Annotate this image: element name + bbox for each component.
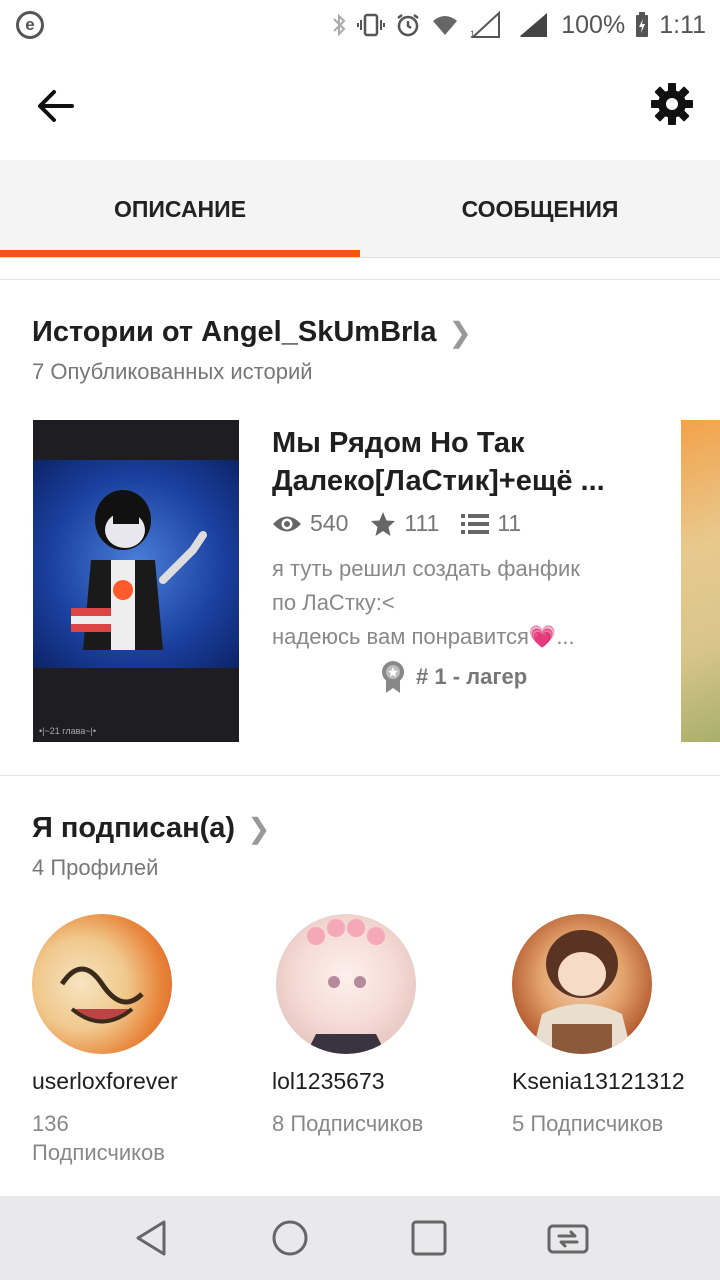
following-section-header[interactable]: Я подписан(а) ❯ xyxy=(32,812,271,845)
eye-icon xyxy=(273,516,301,531)
chapters-count: 11 xyxy=(497,510,522,536)
active-tab-indicator xyxy=(0,250,360,257)
story-rank: # 1 - лагер xyxy=(380,660,527,694)
views-count: 540 xyxy=(310,510,349,536)
chevron-right-icon: ❯ xyxy=(247,813,271,844)
vibrate-icon xyxy=(357,13,386,37)
gear-icon[interactable] xyxy=(650,82,694,126)
stories-section-header[interactable]: Истории от Angel_SkUmBrIa ❯ xyxy=(32,316,472,349)
status-icons: 1 2 100% 1:11 xyxy=(331,11,706,40)
avatar xyxy=(32,914,172,1054)
chapters-stat: 11 xyxy=(461,510,521,537)
svg-text:2: 2 xyxy=(516,29,521,39)
stories-count: 7 Опубликованных историй xyxy=(32,359,313,384)
back-arrow-icon[interactable] xyxy=(34,86,78,126)
list-icon xyxy=(461,513,490,534)
avatar xyxy=(512,914,652,1054)
story-stats: 540 111 11 xyxy=(272,510,529,537)
battery-icon xyxy=(636,12,649,37)
system-nav-bar xyxy=(0,1196,720,1280)
e-app-icon: e xyxy=(16,11,44,39)
profile-name: lol1235673 xyxy=(272,1068,385,1094)
profile-card[interactable]: lol1235673 8 Подписчиков xyxy=(272,914,492,1138)
profile-card[interactable]: userloxforever 136 Подписчиков xyxy=(32,914,252,1167)
profile-followers: 136 Подписчиков xyxy=(32,1111,165,1165)
stars-stat: 111 xyxy=(370,510,439,537)
tab-bar: ОПИСАНИЕ СООБЩЕНИЯ xyxy=(0,160,720,258)
status-time: 1:11 xyxy=(659,10,706,39)
stories-section-title: Истории от Angel_SkUmBrIa xyxy=(32,316,437,348)
chevron-right-icon: ❯ xyxy=(448,317,472,348)
status-bar: e 1 2 100% 1:11 xyxy=(0,0,720,50)
battery-percent: 100% xyxy=(561,10,626,39)
alarm-icon xyxy=(397,14,419,37)
svg-text:1: 1 xyxy=(470,29,475,39)
story-description: я туть решил создать фанфик по ЛаСтку:< … xyxy=(272,556,580,649)
story-cover-image[interactable]: •|~21 глава~|• xyxy=(33,420,239,742)
following-section-title: Я подписан(а) xyxy=(32,812,236,844)
profile-card[interactable]: Ksenia13121312 5 Подписчиков xyxy=(512,914,720,1138)
recents-square-icon[interactable] xyxy=(407,1216,451,1260)
app-header xyxy=(0,50,720,160)
following-count: 4 Профилей xyxy=(32,855,159,880)
story-title[interactable]: Мы Рядом Но Так Далеко[ЛаСтик]+ещё ... xyxy=(272,424,652,500)
rank-label: # 1 - лагер xyxy=(416,664,528,689)
tab-messages[interactable]: СООБЩЕНИЯ xyxy=(360,160,720,258)
divider xyxy=(0,775,720,776)
back-triangle-icon[interactable] xyxy=(130,1216,174,1260)
award-badge-icon xyxy=(382,661,404,693)
profile-followers: 5 Подписчиков xyxy=(512,1111,664,1136)
stars-count: 111 xyxy=(404,510,440,536)
tab-description[interactable]: ОПИСАНИЕ xyxy=(0,160,360,258)
next-story-cover-peek[interactable] xyxy=(681,420,720,742)
star-icon xyxy=(371,511,396,536)
profile-name: userloxforever xyxy=(32,1068,178,1094)
profile-followers: 8 Подписчиков xyxy=(272,1111,424,1136)
avatar xyxy=(276,914,416,1054)
signal-icon: 1 xyxy=(470,11,501,39)
home-circle-icon[interactable] xyxy=(268,1216,312,1260)
signal-icon-2: 2 xyxy=(516,13,548,39)
profile-name: Ksenia13121312 xyxy=(512,1068,685,1094)
switch-sim-icon[interactable] xyxy=(546,1216,590,1260)
divider xyxy=(0,279,720,280)
views-stat: 540 xyxy=(272,510,348,537)
cover-caption: •|~21 глава~|• xyxy=(39,726,97,736)
cover-character-illustration xyxy=(71,490,207,650)
wifi-icon xyxy=(433,16,458,35)
bluetooth-icon xyxy=(333,13,346,37)
